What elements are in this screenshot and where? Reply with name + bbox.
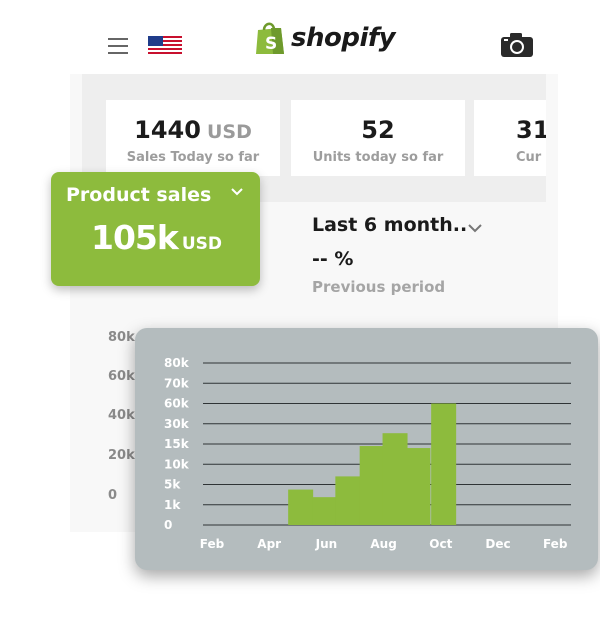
logo-text: shopify — [291, 23, 396, 53]
y-tick-label: 70k — [164, 376, 190, 390]
stat-label: Units today so far — [312, 150, 444, 165]
product-value-unit: USD — [181, 234, 223, 254]
y-tick-label: 0 — [164, 518, 172, 532]
sales-bar-chart: 80k 70k 60k 30k 15k 10k 5k 1k 0 Feb Apr Jun Aug Oct De… — [164, 356, 571, 551]
stat-value: 31 — [516, 116, 546, 144]
x-tick-label: Oct — [429, 537, 452, 551]
x-tick-label: Feb — [543, 537, 568, 551]
x-tick-label: Jun — [315, 537, 338, 551]
chart-bar — [431, 403, 457, 525]
period-label: Previous period — [312, 278, 446, 296]
background-axis-tick: 0 — [108, 488, 118, 503]
stat-unit: USD — [206, 121, 252, 143]
y-tick-label: 15k — [164, 437, 190, 451]
chart-bar — [382, 433, 408, 525]
stat-value: 1440 — [134, 116, 201, 144]
units-today-card[interactable]: 52 Units today so far — [291, 100, 465, 176]
chevron-down-icon[interactable] — [229, 184, 245, 200]
y-tick-label: 1k — [164, 498, 181, 512]
product-sales-value: 105k USD — [91, 218, 222, 257]
background-axis-tick: 80k — [108, 330, 135, 345]
stat-label: Sales Today so far — [126, 150, 260, 165]
sales-chart-card: 80k 70k 60k 30k 15k 10k 5k 1k 0 Feb Apr Jun Aug Oct De… — [135, 328, 598, 570]
chart-bar — [312, 497, 338, 525]
product-sales-card[interactable]: Product sales 105k USD — [51, 172, 260, 286]
shopify-logo: S shopify — [255, 18, 396, 58]
hamburger-menu-icon[interactable] — [108, 38, 128, 54]
y-tick-label: 10k — [164, 457, 190, 471]
camera-icon[interactable] — [500, 32, 534, 58]
stat-value-container: 1440 USD — [106, 116, 280, 144]
x-tick-label: Apr — [257, 537, 281, 551]
chart-bar — [288, 489, 314, 525]
stat-value-container: 52 — [291, 116, 465, 144]
background-axis-tick: 60k — [108, 369, 135, 384]
chart-bar — [359, 446, 385, 525]
period-change: -- % — [312, 248, 354, 270]
y-tick-label: 5k — [164, 478, 181, 492]
stat-label: Cur — [516, 150, 542, 165]
chart-bar — [405, 448, 431, 525]
y-tick-label: 30k — [164, 417, 190, 431]
svg-text:S: S — [265, 34, 277, 54]
x-tick-label: Feb — [200, 537, 225, 551]
chart-bar — [335, 476, 361, 525]
period-dropdown[interactable]: Last 6 month.. — [312, 214, 467, 236]
background-axis-tick: 40k — [108, 408, 135, 423]
product-value-number: 105k — [91, 218, 179, 257]
product-sales-title: Product sales — [66, 184, 212, 206]
shopping-bag-icon: S — [256, 22, 284, 54]
stat-value: 52 — [361, 116, 395, 144]
y-tick-label: 80k — [164, 356, 190, 370]
current-stat-card[interactable]: 31 Cur — [474, 100, 546, 176]
chevron-down-icon[interactable] — [467, 222, 483, 234]
stat-value-container: 31 — [516, 116, 546, 144]
background-axis-tick: 20k — [108, 448, 135, 463]
y-tick-label: 60k — [164, 397, 190, 411]
x-tick-label: Aug — [370, 537, 396, 551]
us-flag-icon[interactable] — [148, 36, 182, 56]
sales-today-card[interactable]: 1440 USD Sales Today so far — [106, 100, 280, 176]
x-tick-label: Dec — [485, 537, 510, 551]
